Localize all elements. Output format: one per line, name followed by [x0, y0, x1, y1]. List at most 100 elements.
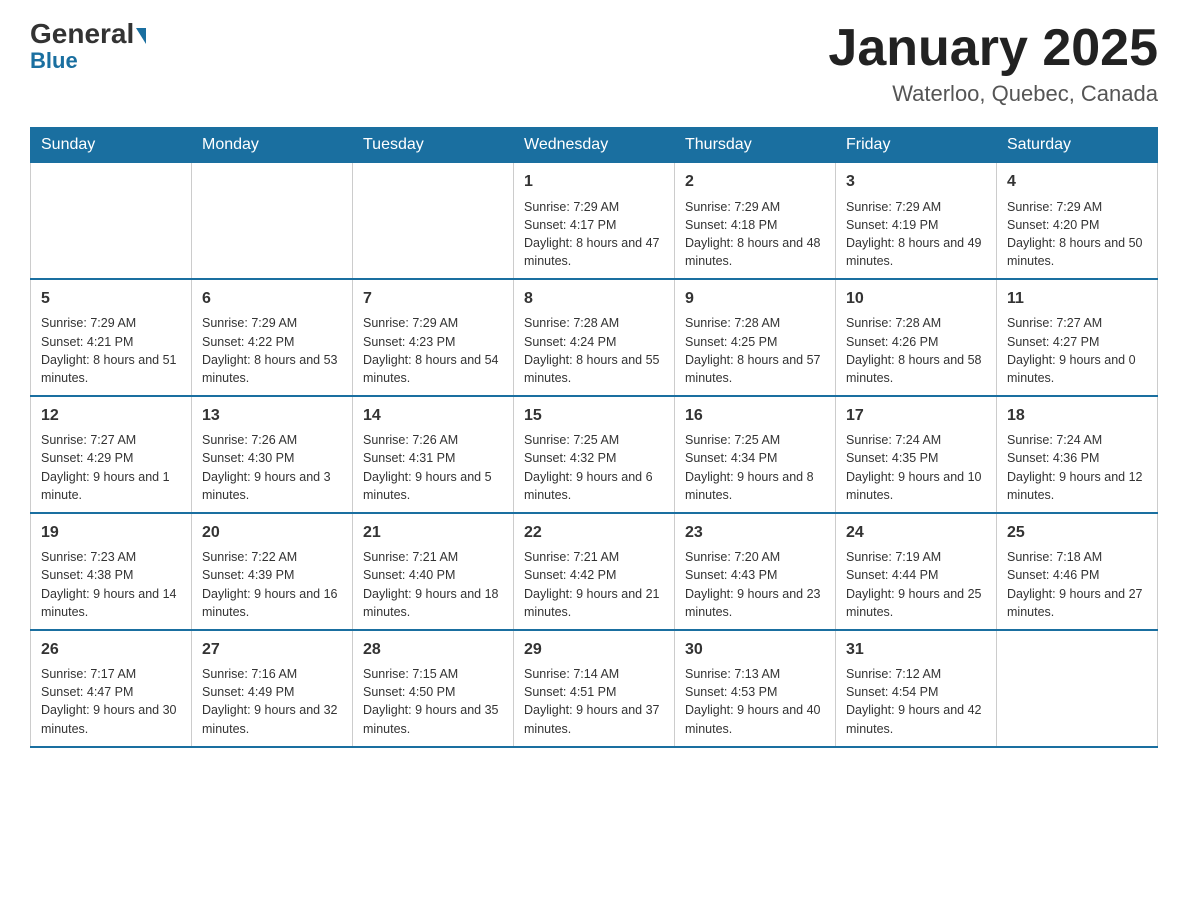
day-info: Sunrise: 7:12 AM Sunset: 4:54 PM Dayligh… [846, 665, 986, 738]
day-number: 26 [41, 639, 181, 661]
day-number: 14 [363, 405, 503, 427]
calendar-week-row: 1 Sunrise: 7:29 AM Sunset: 4:17 PM Daylig… [31, 163, 1158, 279]
day-info: Sunrise: 7:29 AM Sunset: 4:17 PM Dayligh… [524, 198, 664, 271]
calendar-table: SundayMondayTuesdayWednesdayThursdayFrid… [30, 127, 1158, 747]
calendar-day-cell: 1 Sunrise: 7:29 AM Sunset: 4:17 PM Daylig… [514, 163, 675, 279]
day-number: 3 [846, 171, 986, 193]
day-info: Sunrise: 7:21 AM Sunset: 4:42 PM Dayligh… [524, 548, 664, 621]
title-block: January 2025 Waterloo, Quebec, Canada [828, 20, 1158, 107]
calendar-week-row: 5 Sunrise: 7:29 AM Sunset: 4:21 PM Daylig… [31, 279, 1158, 396]
calendar-day-cell: 11 Sunrise: 7:27 AM Sunset: 4:27 PM Dayli… [997, 279, 1158, 396]
day-number: 22 [524, 522, 664, 544]
calendar-day-cell [353, 163, 514, 279]
day-info: Sunrise: 7:20 AM Sunset: 4:43 PM Dayligh… [685, 548, 825, 621]
day-number: 11 [1007, 288, 1147, 310]
day-number: 18 [1007, 405, 1147, 427]
page-subtitle: Waterloo, Quebec, Canada [828, 81, 1158, 107]
calendar-day-cell [31, 163, 192, 279]
calendar-day-cell: 19 Sunrise: 7:23 AM Sunset: 4:38 PM Dayli… [31, 513, 192, 630]
day-info: Sunrise: 7:29 AM Sunset: 4:21 PM Dayligh… [41, 314, 181, 387]
day-info: Sunrise: 7:14 AM Sunset: 4:51 PM Dayligh… [524, 665, 664, 738]
logo-arrow-icon [136, 28, 146, 44]
calendar-day-cell: 30Sunrise: 7:13 AM Sunset: 4:53 PM Dayli… [675, 630, 836, 747]
page-header: General Blue January 2025 Waterloo, Queb… [30, 20, 1158, 107]
day-info: Sunrise: 7:28 AM Sunset: 4:25 PM Dayligh… [685, 314, 825, 387]
calendar-day-cell: 17 Sunrise: 7:24 AM Sunset: 4:35 PM Dayli… [836, 396, 997, 513]
day-info: Sunrise: 7:29 AM Sunset: 4:18 PM Dayligh… [685, 198, 825, 271]
day-number: 30 [685, 639, 825, 661]
calendar-day-cell [192, 163, 353, 279]
calendar-day-cell: 13Sunrise: 7:26 AM Sunset: 4:30 PM Dayli… [192, 396, 353, 513]
calendar-weekday-header: Wednesday [514, 128, 675, 163]
day-info: Sunrise: 7:26 AM Sunset: 4:31 PM Dayligh… [363, 431, 503, 504]
day-number: 28 [363, 639, 503, 661]
calendar-weekday-header: Tuesday [353, 128, 514, 163]
day-info: Sunrise: 7:16 AM Sunset: 4:49 PM Dayligh… [202, 665, 342, 738]
day-number: 29 [524, 639, 664, 661]
day-number: 8 [524, 288, 664, 310]
calendar-day-cell: 8Sunrise: 7:28 AM Sunset: 4:24 PM Daylig… [514, 279, 675, 396]
calendar-day-cell: 16 Sunrise: 7:25 AM Sunset: 4:34 PM Dayli… [675, 396, 836, 513]
day-info: Sunrise: 7:19 AM Sunset: 4:44 PM Dayligh… [846, 548, 986, 621]
day-number: 13 [202, 405, 342, 427]
calendar-day-cell: 9Sunrise: 7:28 AM Sunset: 4:25 PM Daylig… [675, 279, 836, 396]
day-info: Sunrise: 7:18 AM Sunset: 4:46 PM Dayligh… [1007, 548, 1147, 621]
calendar-day-cell: 24 Sunrise: 7:19 AM Sunset: 4:44 PM Dayli… [836, 513, 997, 630]
day-info: Sunrise: 7:29 AM Sunset: 4:20 PM Dayligh… [1007, 198, 1147, 271]
calendar-day-cell: 21 Sunrise: 7:21 AM Sunset: 4:40 PM Dayli… [353, 513, 514, 630]
day-number: 21 [363, 522, 503, 544]
day-number: 19 [41, 522, 181, 544]
day-number: 10 [846, 288, 986, 310]
calendar-day-cell: 14 Sunrise: 7:26 AM Sunset: 4:31 PM Dayli… [353, 396, 514, 513]
calendar-day-cell: 15Sunrise: 7:25 AM Sunset: 4:32 PM Dayli… [514, 396, 675, 513]
calendar-day-cell: 5 Sunrise: 7:29 AM Sunset: 4:21 PM Daylig… [31, 279, 192, 396]
day-info: Sunrise: 7:25 AM Sunset: 4:34 PM Dayligh… [685, 431, 825, 504]
logo: General Blue [30, 20, 146, 72]
calendar-day-cell: 27Sunrise: 7:16 AM Sunset: 4:49 PM Dayli… [192, 630, 353, 747]
calendar-weekday-header: Friday [836, 128, 997, 163]
day-number: 2 [685, 171, 825, 193]
calendar-day-cell: 22 Sunrise: 7:21 AM Sunset: 4:42 PM Dayli… [514, 513, 675, 630]
calendar-weekday-header: Monday [192, 128, 353, 163]
calendar-week-row: 19 Sunrise: 7:23 AM Sunset: 4:38 PM Dayli… [31, 513, 1158, 630]
day-number: 17 [846, 405, 986, 427]
day-number: 12 [41, 405, 181, 427]
day-info: Sunrise: 7:15 AM Sunset: 4:50 PM Dayligh… [363, 665, 503, 738]
day-info: Sunrise: 7:24 AM Sunset: 4:35 PM Dayligh… [846, 431, 986, 504]
calendar-day-cell: 3 Sunrise: 7:29 AM Sunset: 4:19 PM Daylig… [836, 163, 997, 279]
calendar-day-cell: 10 Sunrise: 7:28 AM Sunset: 4:26 PM Dayli… [836, 279, 997, 396]
calendar-header-row: SundayMondayTuesdayWednesdayThursdayFrid… [31, 128, 1158, 163]
calendar-day-cell: 12 Sunrise: 7:27 AM Sunset: 4:29 PM Dayli… [31, 396, 192, 513]
day-number: 1 [524, 171, 664, 193]
day-info: Sunrise: 7:23 AM Sunset: 4:38 PM Dayligh… [41, 548, 181, 621]
day-number: 24 [846, 522, 986, 544]
calendar-weekday-header: Thursday [675, 128, 836, 163]
calendar-day-cell: 26Sunrise: 7:17 AM Sunset: 4:47 PM Dayli… [31, 630, 192, 747]
calendar-week-row: 26Sunrise: 7:17 AM Sunset: 4:47 PM Dayli… [31, 630, 1158, 747]
day-info: Sunrise: 7:29 AM Sunset: 4:22 PM Dayligh… [202, 314, 342, 387]
day-info: Sunrise: 7:22 AM Sunset: 4:39 PM Dayligh… [202, 548, 342, 621]
calendar-day-cell: 20Sunrise: 7:22 AM Sunset: 4:39 PM Dayli… [192, 513, 353, 630]
day-number: 16 [685, 405, 825, 427]
calendar-day-cell: 31Sunrise: 7:12 AM Sunset: 4:54 PM Dayli… [836, 630, 997, 747]
day-number: 4 [1007, 171, 1147, 193]
day-info: Sunrise: 7:29 AM Sunset: 4:19 PM Dayligh… [846, 198, 986, 271]
day-info: Sunrise: 7:27 AM Sunset: 4:27 PM Dayligh… [1007, 314, 1147, 387]
day-number: 6 [202, 288, 342, 310]
calendar-day-cell: 2 Sunrise: 7:29 AM Sunset: 4:18 PM Daylig… [675, 163, 836, 279]
page-title: January 2025 [828, 20, 1158, 77]
day-info: Sunrise: 7:25 AM Sunset: 4:32 PM Dayligh… [524, 431, 664, 504]
calendar-day-cell: 4 Sunrise: 7:29 AM Sunset: 4:20 PM Daylig… [997, 163, 1158, 279]
day-number: 25 [1007, 522, 1147, 544]
logo-blue: Blue [30, 50, 78, 72]
calendar-weekday-header: Saturday [997, 128, 1158, 163]
calendar-day-cell: 28 Sunrise: 7:15 AM Sunset: 4:50 PM Dayli… [353, 630, 514, 747]
calendar-day-cell: 7Sunrise: 7:29 AM Sunset: 4:23 PM Daylig… [353, 279, 514, 396]
day-info: Sunrise: 7:21 AM Sunset: 4:40 PM Dayligh… [363, 548, 503, 621]
day-info: Sunrise: 7:29 AM Sunset: 4:23 PM Dayligh… [363, 314, 503, 387]
day-info: Sunrise: 7:28 AM Sunset: 4:26 PM Dayligh… [846, 314, 986, 387]
day-number: 5 [41, 288, 181, 310]
logo-general: General [30, 20, 146, 48]
day-number: 23 [685, 522, 825, 544]
day-info: Sunrise: 7:27 AM Sunset: 4:29 PM Dayligh… [41, 431, 181, 504]
